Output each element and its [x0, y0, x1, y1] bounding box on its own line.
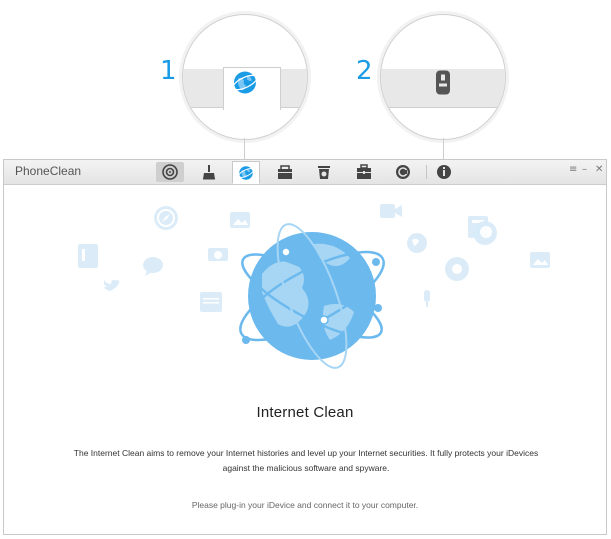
- internet-clean-globe-illustration: [239, 223, 385, 369]
- chrome-icon: [445, 257, 469, 281]
- app-title: PhoneClean: [15, 164, 82, 178]
- briefcase-icon: [357, 164, 371, 179]
- document-icon: [78, 244, 98, 268]
- info-icon: [437, 165, 451, 179]
- description-line-2: against the malicious software and spywa…: [222, 463, 390, 473]
- compass-icon: [154, 206, 178, 230]
- app-window: PhoneClean ≡ – ✕ Internet Clean The Inte…: [3, 159, 607, 535]
- twitter-icon: [103, 279, 120, 292]
- globe-icon: [238, 165, 254, 180]
- magnifier-usb: [380, 14, 506, 140]
- map-icon: [407, 233, 427, 253]
- quick-clean-icon: [162, 164, 178, 180]
- close-button[interactable]: ✕: [595, 163, 603, 177]
- toolbar-privacy-button[interactable]: [350, 162, 378, 182]
- connect-device-hint: Please plug-in your iDevice and connect …: [191, 500, 419, 510]
- toolbar-deep-clean-button[interactable]: [195, 162, 223, 182]
- section-description: The Internet Clean aims to remove your I…: [54, 446, 558, 476]
- title-bar: PhoneClean ≡ – ✕: [4, 160, 606, 185]
- toolbox-icon: [278, 165, 292, 179]
- toolbar-device-info-button[interactable]: [430, 162, 458, 182]
- magnifier-internet-clean: [182, 14, 308, 140]
- globe-icon: [232, 70, 258, 101]
- trash-icon: [318, 166, 330, 179]
- toolbar-restore-button[interactable]: [389, 162, 417, 182]
- toolbar-toolbox-button[interactable]: [271, 162, 299, 182]
- description-line-1: The Internet Clean aims to remove your I…: [73, 448, 539, 458]
- minimize-button[interactable]: –: [582, 163, 587, 177]
- toolbar-separator: [426, 165, 427, 179]
- image-icon: [530, 252, 550, 268]
- callout-number-2: 2: [356, 56, 373, 86]
- firefox-icon: [473, 221, 497, 245]
- menu-button[interactable]: ≡: [569, 163, 577, 177]
- chat-icon: [143, 257, 163, 276]
- callout-number-1: 1: [160, 56, 177, 86]
- usb-icon: [433, 70, 453, 100]
- broom-icon: [203, 165, 215, 180]
- microphone-icon: [424, 290, 430, 307]
- section-title: Internet Clean: [256, 404, 354, 421]
- toolbar-quick-clean-button[interactable]: [156, 162, 184, 182]
- toolbar-silent-clean-button[interactable]: [310, 162, 338, 182]
- calendar-icon: [200, 292, 222, 312]
- restore-icon: [396, 165, 410, 179]
- toolbar-internet-clean-tab[interactable]: [232, 161, 260, 184]
- camera-icon: [208, 248, 228, 261]
